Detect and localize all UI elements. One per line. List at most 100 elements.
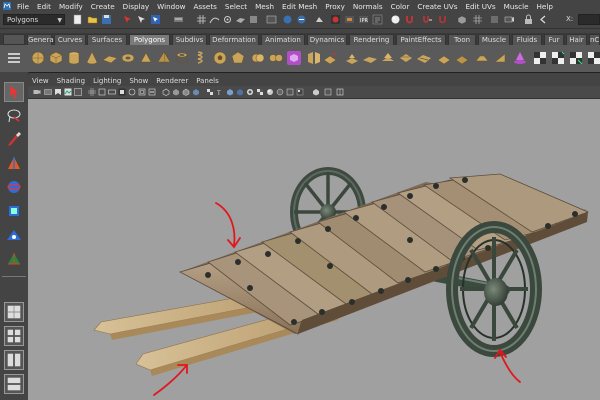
safe-title-icon[interactable]	[148, 88, 156, 96]
poly-cube-icon[interactable]	[48, 50, 64, 66]
gate-mask-icon[interactable]	[118, 88, 126, 96]
extrude-edge-icon[interactable]	[362, 50, 378, 66]
poly-pipe-icon[interactable]	[174, 50, 190, 66]
checker-uv-icon[interactable]	[532, 50, 548, 66]
open-folder-icon[interactable]	[87, 14, 98, 25]
poly-cylinder-icon[interactable]	[66, 50, 82, 66]
coordinate-input[interactable]	[578, 14, 600, 25]
menu-display[interactable]: Display	[119, 2, 154, 11]
motion-blur-icon[interactable]	[256, 88, 264, 96]
arrow-select-icon[interactable]	[4, 82, 24, 102]
panel-menu-view[interactable]: View	[28, 77, 53, 85]
texture-icon[interactable]	[206, 88, 214, 96]
magnet-icon[interactable]	[404, 14, 415, 25]
poly-pyramid-icon[interactable]	[156, 50, 172, 66]
select-hierarchy-icon[interactable]	[122, 14, 133, 25]
panel-menu-lighting[interactable]: Lighting	[89, 77, 125, 85]
snap-grid-icon[interactable]	[196, 14, 207, 25]
single-pane-layout-icon[interactable]	[4, 302, 24, 322]
snap-plane-icon[interactable]	[235, 14, 246, 25]
snap-curve-icon[interactable]	[209, 14, 220, 25]
panel-menu-shading[interactable]: Shading	[53, 77, 89, 85]
reduce-icon[interactable]	[322, 50, 338, 66]
tab-rendering[interactable]: Rendering	[349, 34, 394, 45]
checker-cylindrical-icon[interactable]	[568, 50, 584, 66]
smooth-icon[interactable]	[286, 50, 302, 66]
menu-edit-uvs[interactable]: Edit UVs	[462, 2, 500, 11]
menu-color[interactable]: Color	[387, 2, 414, 11]
menu-normals[interactable]: Normals	[349, 2, 387, 11]
tab-hair[interactable]: Hair	[566, 34, 587, 45]
snap-surface-icon[interactable]	[248, 14, 259, 25]
frame-all-icon[interactable]	[312, 88, 320, 96]
tab-animation[interactable]: Animation	[261, 34, 305, 45]
poly-platonic-icon[interactable]	[230, 50, 246, 66]
menu-help[interactable]: Help	[533, 2, 557, 11]
construction-history-icon[interactable]	[314, 14, 325, 25]
soft-mod-icon[interactable]	[4, 249, 24, 269]
offset-edge-loop-icon[interactable]	[454, 50, 470, 66]
lasso-icon[interactable]	[4, 106, 24, 126]
perspective-viewport[interactable]	[28, 99, 600, 400]
grid-icon[interactable]	[88, 88, 96, 96]
tab-surfaces[interactable]: Surfaces	[87, 34, 127, 45]
input-ops-icon[interactable]	[282, 14, 293, 25]
cube-icon[interactable]	[456, 14, 467, 25]
two-d-pan-icon[interactable]	[74, 88, 82, 96]
wireframe-icon[interactable]	[162, 88, 170, 96]
xray-icon[interactable]	[192, 88, 200, 96]
menu-window[interactable]: Window	[153, 2, 189, 11]
select-camera-icon[interactable]	[33, 88, 41, 96]
lock-icon[interactable]	[523, 14, 534, 25]
snap-point-icon[interactable]	[222, 14, 233, 25]
anti-alias-icon[interactable]	[266, 88, 274, 96]
menu-mesh[interactable]: Mesh	[251, 2, 278, 11]
separate-icon[interactable]	[268, 50, 284, 66]
poly-torus-icon[interactable]	[120, 50, 136, 66]
rotate-icon[interactable]	[4, 177, 24, 197]
tab-ncloth[interactable]: nCloth	[589, 34, 600, 45]
frame-selected-icon[interactable]	[324, 88, 332, 96]
select-object-icon[interactable]	[150, 14, 161, 25]
menu-create[interactable]: Create	[87, 2, 119, 11]
four-pane-layout-icon[interactable]	[4, 326, 24, 346]
combine-icon[interactable]	[250, 50, 266, 66]
panel-menu-panels[interactable]: Panels	[192, 77, 223, 85]
sculpt-geometry-icon[interactable]	[512, 50, 528, 66]
poly-plane-icon[interactable]	[102, 50, 118, 66]
poly-prism-icon[interactable]	[138, 50, 154, 66]
menu-edit-mesh[interactable]: Edit Mesh	[278, 2, 321, 11]
select-component-icon[interactable]	[136, 14, 147, 25]
ipr-render-icon[interactable]: IPR	[358, 14, 369, 25]
film-gate-icon[interactable]	[98, 88, 106, 96]
wedge-face-icon[interactable]	[492, 50, 508, 66]
poly-cone-icon[interactable]	[84, 50, 100, 66]
image-plane-icon[interactable]	[64, 88, 72, 96]
menu-modify[interactable]: Modify	[55, 2, 87, 11]
camera-settings-icon[interactable]	[504, 14, 515, 25]
history-icon[interactable]	[266, 14, 277, 25]
checker-planar-icon[interactable]	[550, 50, 566, 66]
bridge-icon[interactable]	[380, 50, 396, 66]
outliner-layout-icon[interactable]	[4, 374, 24, 394]
mask-icon[interactable]	[173, 14, 184, 25]
menu-create-uvs[interactable]: Create UVs	[413, 2, 461, 11]
shelf-menu-button[interactable]	[3, 34, 25, 45]
paint-select-icon[interactable]	[4, 129, 24, 149]
panel-toggle-icon[interactable]	[336, 88, 344, 96]
shelf-options-icon[interactable]	[6, 50, 22, 66]
universal-manip-icon[interactable]	[4, 225, 24, 245]
tab-deformation[interactable]: Deformation	[209, 34, 259, 45]
new-scene-icon[interactable]	[72, 14, 83, 25]
render-current-icon[interactable]	[344, 14, 355, 25]
poly-sphere-icon[interactable]	[30, 50, 46, 66]
move-icon[interactable]	[4, 153, 24, 173]
tab-subdivs[interactable]: Subdivs	[172, 34, 207, 45]
default-light-icon[interactable]: T	[216, 88, 224, 96]
grid-toggle-icon[interactable]	[472, 14, 483, 25]
depth-of-field-icon[interactable]	[276, 88, 284, 96]
tab-general[interactable]: General	[27, 34, 56, 45]
extrude-face-icon[interactable]	[344, 50, 360, 66]
resolution-gate-icon[interactable]	[108, 88, 116, 96]
tab-painteffects[interactable]: PaintEffects	[396, 34, 446, 45]
